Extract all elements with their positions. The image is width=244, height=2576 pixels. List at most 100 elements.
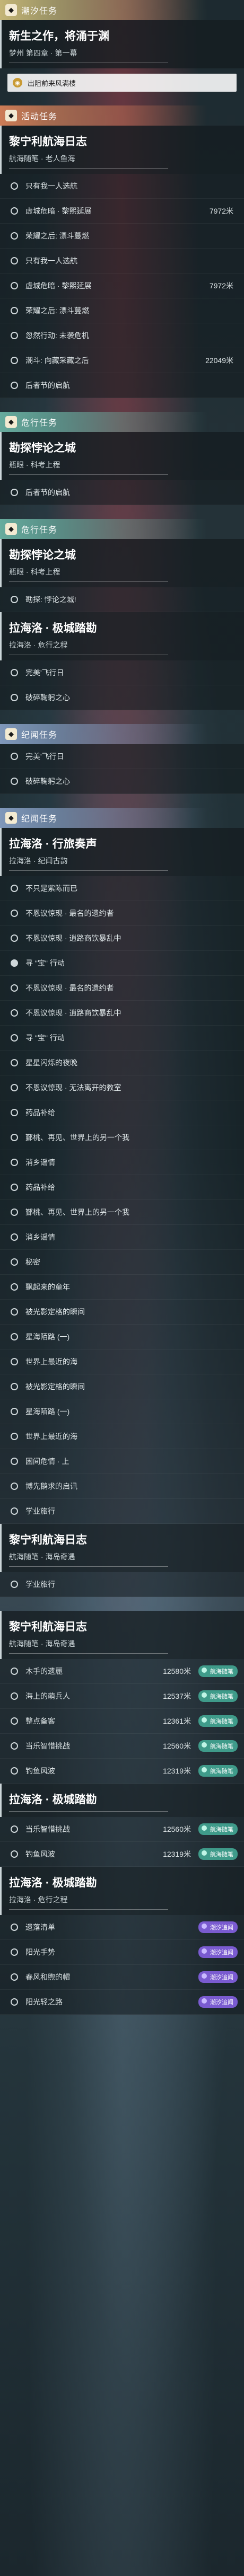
objective-radio-icon[interactable] — [11, 1208, 18, 1216]
objective-row[interactable]: 星星闪烁的夜晚 — [0, 1051, 244, 1075]
objective-radio-icon[interactable] — [11, 778, 18, 785]
group-header[interactable]: ◆ 纪闻任务 — [0, 808, 244, 828]
objective-row[interactable]: 星海陌路 (一) — [0, 1399, 244, 1424]
objective-row[interactable]: 药品补给 — [0, 1100, 244, 1125]
quest-card[interactable]: 勘探悖论之城 瓶眼 · 科考上程 — [0, 432, 244, 480]
objective-row[interactable]: 完美'飞行日 — [0, 744, 244, 769]
group-header[interactable]: ◆ 潮汐任务 — [0, 0, 244, 20]
objective-row[interactable]: 困间危情 · 上 — [0, 1449, 244, 1474]
objective-row[interactable]: 遗落清单 潮汐追闻 — [0, 1915, 244, 1940]
objective-row[interactable]: 海上的萌兵人 12537米 航海随笔 — [0, 1684, 244, 1709]
objective-row[interactable]: 破碎鞠躬之心 — [0, 769, 244, 794]
objective-radio-icon[interactable] — [11, 1924, 18, 1931]
objective-radio-icon[interactable] — [11, 910, 18, 917]
objective-radio-icon[interactable] — [11, 382, 18, 389]
group-header[interactable]: ◆ 危行任务 — [0, 412, 244, 432]
objective-radio-icon[interactable] — [11, 1433, 18, 1440]
objective-row[interactable]: 不恩议惊现 · 无法离开的教室 — [0, 1075, 244, 1100]
objective-row[interactable]: 星海陌路 (一) — [0, 1325, 244, 1349]
objective-radio-icon[interactable] — [11, 1283, 18, 1291]
objective-row[interactable]: 飘起来的童年 — [0, 1275, 244, 1300]
objective-radio-icon[interactable] — [11, 1581, 18, 1588]
objective-radio-icon[interactable] — [11, 1084, 18, 1091]
objective-radio-icon[interactable] — [11, 1034, 18, 1042]
objective-radio-icon[interactable] — [11, 1717, 18, 1725]
objective-row[interactable]: 学业旅行 — [0, 1572, 244, 1597]
objective-row[interactable]: 不恩议惊现 · 逍路商饮暴乱中 — [0, 926, 244, 951]
objective-radio-icon[interactable] — [11, 1408, 18, 1415]
objective-radio-icon[interactable] — [11, 1258, 18, 1266]
objective-radio-icon[interactable] — [11, 1009, 18, 1017]
objective-row[interactable]: 消乡谣情 — [0, 1225, 244, 1250]
objective-radio-icon[interactable] — [11, 1483, 18, 1490]
objective-row[interactable]: 虚城危暗 · 黎熙延展 7972米 — [0, 274, 244, 298]
objective-radio-icon[interactable] — [11, 282, 18, 289]
quest-card[interactable]: 黎宁利航海日志 航海随笔 · 老人鱼海 — [0, 126, 244, 174]
objective-row[interactable]: 虚城危暗 · 黎熙延展 7972米 — [0, 199, 244, 224]
objective-radio-icon[interactable] — [11, 332, 18, 339]
objective-row[interactable]: 木手的遗麗 12580米 航海随笔 — [0, 1659, 244, 1684]
objective-row[interactable]: 春风和煦的帽 潮汐追闻 — [0, 1965, 244, 1990]
quest-card[interactable]: 拉海洛 · 极城踏勘 — [0, 1784, 244, 1817]
objective-row[interactable]: 钓鱼风波 12319米 航海随笔 — [0, 1759, 244, 1784]
objective-radio-icon[interactable] — [11, 1159, 18, 1166]
objective-radio-icon[interactable] — [11, 694, 18, 701]
objective-row[interactable]: 被光影定格的瞬间 — [0, 1374, 244, 1399]
objective-radio-icon[interactable] — [11, 1825, 18, 1833]
objective-radio-icon[interactable] — [11, 182, 18, 190]
objective-row[interactable]: 只有我一人选航 — [0, 174, 244, 199]
objective-row[interactable]: 整点备客 12361米 航海随笔 — [0, 1709, 244, 1734]
objective-radio-icon[interactable] — [11, 1850, 18, 1858]
objective-radio-icon[interactable] — [11, 885, 18, 892]
objective-row[interactable]: 钓鱼风波 12319米 航海随笔 — [0, 1842, 244, 1867]
objective-row[interactable]: 阳光手势 潮汐追闻 — [0, 1940, 244, 1965]
quest-card[interactable]: 拉海洛 · 极城踏勘 拉海洛 · 危行之程 — [0, 612, 244, 660]
quest-card[interactable]: 勘探悖论之城 瓶眼 · 科考上程 — [0, 539, 244, 587]
quest-card[interactable]: 黎宁利航海日志 航海随笔 · 海岛奇遇 — [0, 1524, 244, 1572]
objective-row[interactable]: 博先鹅求的启讯 — [0, 1474, 244, 1499]
objective-row[interactable]: 只有我一人选航 — [0, 249, 244, 274]
objective-radio-icon[interactable] — [11, 1458, 18, 1465]
objective-radio-icon[interactable] — [11, 934, 18, 942]
group-header[interactable]: ◆ 纪闻任务 — [0, 724, 244, 744]
objective-radio-icon[interactable] — [11, 1233, 18, 1241]
objective-row[interactable]: 不只是紫陈而已 — [0, 876, 244, 901]
objective-radio-icon[interactable] — [11, 232, 18, 240]
objective-radio-icon[interactable] — [11, 669, 18, 676]
objective-row[interactable]: 荣耀之后: 漂斗蔓燃 — [0, 224, 244, 249]
objective-radio-icon[interactable] — [11, 1998, 18, 2006]
objective-radio-icon[interactable] — [11, 1059, 18, 1066]
objective-radio-icon[interactable] — [11, 207, 18, 215]
objective-radio-icon[interactable] — [11, 1948, 18, 1956]
objective-row[interactable]: 寻 "宝" 行动 — [0, 1026, 244, 1051]
objective-radio-icon[interactable] — [11, 1383, 18, 1390]
objective-row[interactable]: 不恩议惊现 · 逍路商饮暴乱中 — [0, 1001, 244, 1026]
objective-radio-icon[interactable] — [11, 1358, 18, 1365]
objective-row[interactable]: 不恩议惊现 · 最名的遗约者 — [0, 901, 244, 926]
objective-row[interactable]: 潮斗: 向藏采藏之后 22049米 — [0, 348, 244, 373]
objective-radio-icon[interactable] — [11, 1333, 18, 1340]
objective-row[interactable]: 后者节的启航 — [0, 373, 244, 398]
group-header[interactable]: ◆ 危行任务 — [0, 519, 244, 539]
objective-radio-icon[interactable] — [11, 307, 18, 314]
quest-card[interactable]: 拉海洛 · 行旅奏声 拉海洛 · 纪闻古韵 — [0, 828, 244, 876]
objective-radio-icon[interactable] — [11, 1668, 18, 1675]
objective-radio-icon[interactable] — [11, 1742, 18, 1750]
objective-row[interactable]: 当乐智惜挑战 12560米 航海随笔 — [0, 1817, 244, 1842]
objective-radio-icon[interactable] — [11, 1184, 18, 1191]
objective-radio-icon[interactable] — [11, 489, 18, 496]
quest-card[interactable]: 新生之作，将涌于渊 梦州 第四章 · 第一幕 — [0, 20, 244, 68]
objective-radio-icon[interactable] — [11, 1767, 18, 1775]
objective-radio-icon[interactable] — [11, 1507, 18, 1515]
track-button[interactable]: ◉ 出阻前来风满楼 — [7, 74, 237, 92]
objective-row[interactable]: 学业旅行 — [0, 1499, 244, 1524]
objective-row[interactable]: 后者节的启航 — [0, 480, 244, 505]
objective-row[interactable]: 荣耀之后: 漂斗蔓燃 — [0, 298, 244, 323]
objective-radio-icon[interactable] — [11, 257, 18, 264]
objective-row[interactable]: 不恩议惊现 · 最名的遗约者 — [0, 976, 244, 1001]
objective-radio-icon[interactable] — [11, 1973, 18, 1981]
objective-radio-icon[interactable] — [11, 1692, 18, 1700]
objective-row[interactable]: 被光影定格的瞬间 — [0, 1300, 244, 1325]
objective-row[interactable]: 勘探: 悖论之城! — [0, 587, 244, 612]
objective-row[interactable]: 消乡谣情 — [0, 1150, 244, 1175]
